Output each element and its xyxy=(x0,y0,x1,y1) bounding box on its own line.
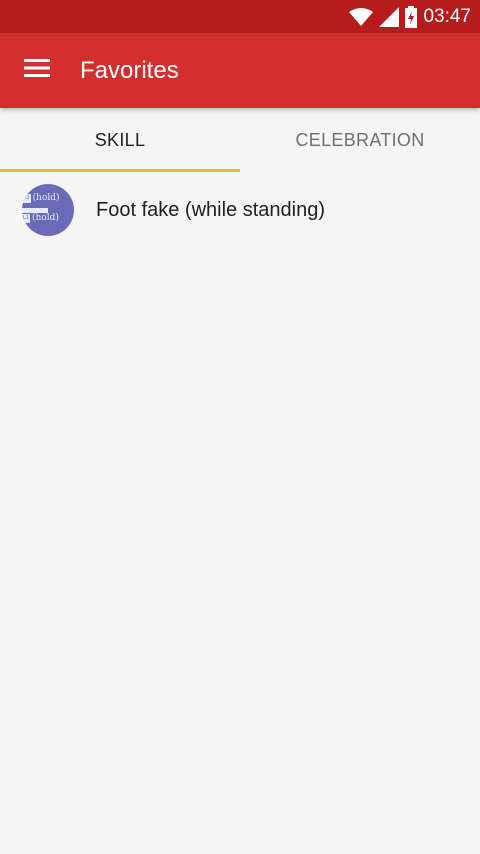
l1-button-label: L1 xyxy=(22,213,30,223)
status-time: 03:47 xyxy=(423,5,471,27)
page-title: Favorites xyxy=(80,56,179,84)
battery-charging-icon xyxy=(405,5,418,28)
tab-celebration-label: CELEBRATION xyxy=(295,129,425,150)
cell-signal-icon xyxy=(379,6,400,27)
tab-celebration[interactable]: CELEBRATION xyxy=(240,108,480,172)
tab-bar: SKILL CELEBRATION xyxy=(0,108,480,172)
wifi-icon xyxy=(349,7,374,26)
hamburger-menu-icon xyxy=(24,58,50,83)
menu-button[interactable] xyxy=(0,33,74,108)
r1-hold-label: (hold) xyxy=(32,193,60,203)
avatar-row-2: L1 (hold) xyxy=(22,213,59,223)
tab-skill-label: SKILL xyxy=(94,129,146,150)
app-bar: Favorites xyxy=(0,33,480,108)
r1-button-label: R1 xyxy=(22,193,31,203)
l1-hold-label: (hold) xyxy=(31,213,59,223)
list-item-label: Foot fake (while standing) xyxy=(96,198,326,221)
avatar-row-1: R1 (hold) xyxy=(22,193,60,203)
list-item[interactable]: R1 (hold) L1 (hold) Foot fake (while sta… xyxy=(0,172,480,248)
favorites-list: R1 (hold) L1 (hold) Foot fake (while sta… xyxy=(0,172,480,248)
skill-avatar-icon: R1 (hold) L1 (hold) xyxy=(22,184,74,236)
tab-skill[interactable]: SKILL xyxy=(0,108,240,172)
status-bar: 03:47 xyxy=(0,0,480,33)
